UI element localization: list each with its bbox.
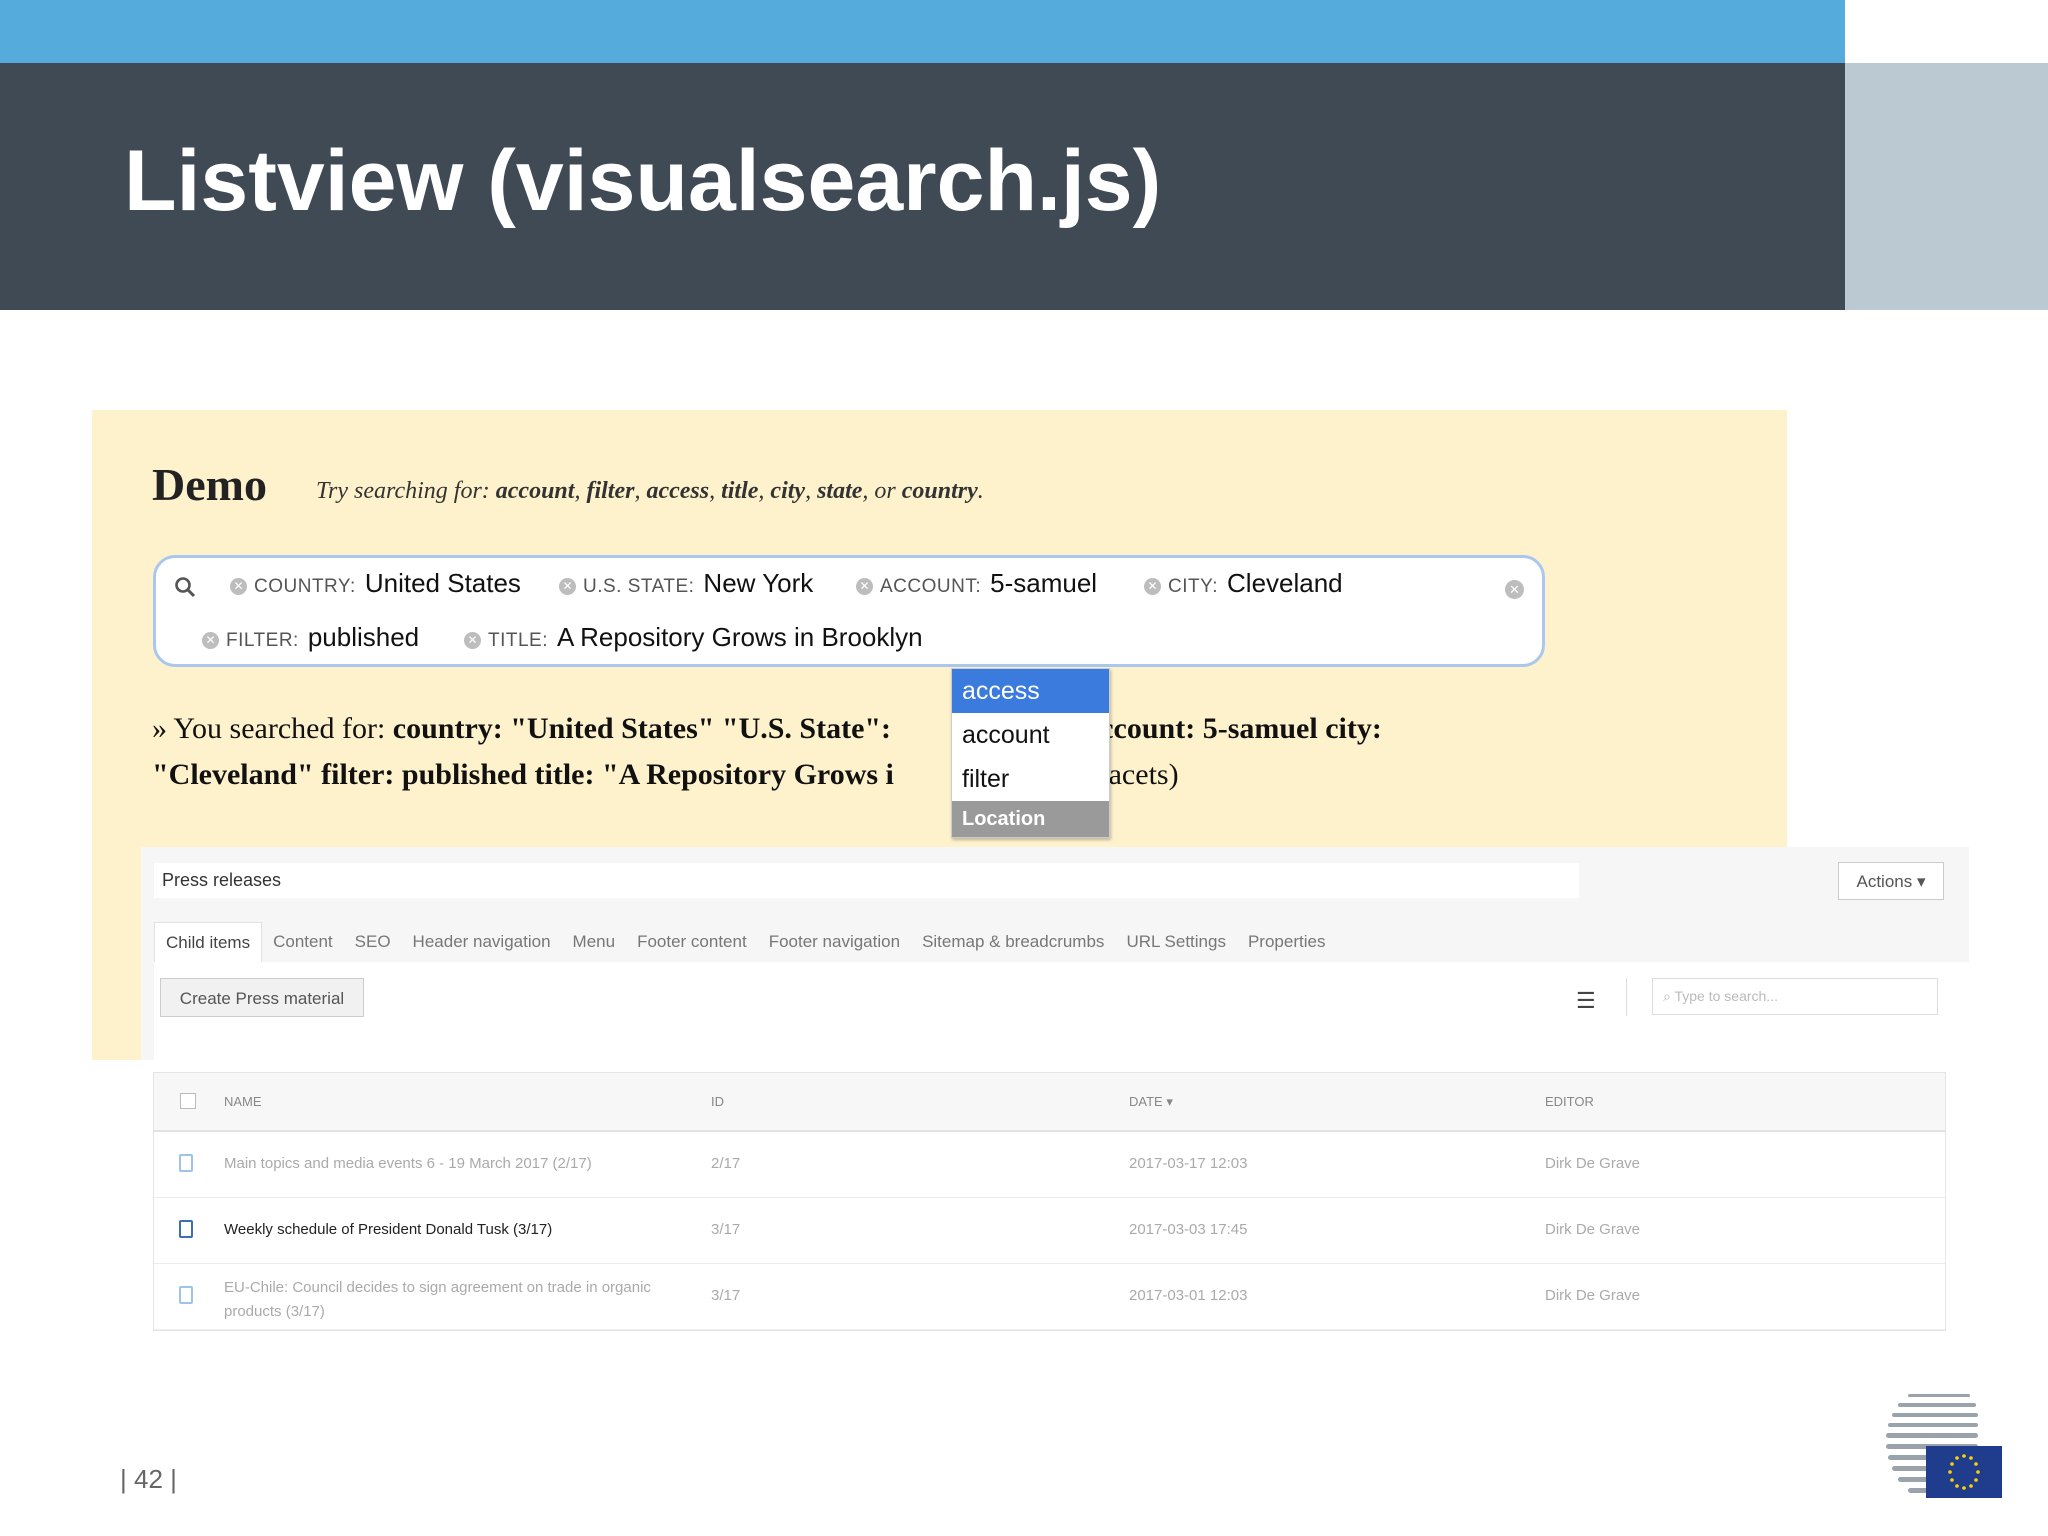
create-press-material-button[interactable]: Create Press material xyxy=(160,978,364,1017)
remove-facet-icon[interactable]: ✕ xyxy=(202,632,219,649)
table-row[interactable]: Main topics and media events 6 - 19 Marc… xyxy=(154,1132,1945,1198)
page-number: | 42 | xyxy=(120,1464,177,1494)
row-editor: Dirk De Grave xyxy=(1545,1287,1641,1304)
hint-keyword: access xyxy=(646,478,710,504)
tab-header-navigation[interactable]: Header navigation xyxy=(402,922,562,962)
tab-menu[interactable]: Menu xyxy=(562,922,627,962)
facet-value[interactable]: New York xyxy=(703,568,813,599)
row-date: 2017-03-01 12:03 xyxy=(1129,1287,1248,1304)
facet-filter[interactable]: ✕ FILTER: published xyxy=(202,622,419,653)
actions-button[interactable]: Actions ▾ xyxy=(1838,862,1944,900)
facet-value[interactable]: Cleveland xyxy=(1227,568,1343,599)
remove-facet-icon[interactable]: ✕ xyxy=(559,578,576,595)
hint-or: or xyxy=(874,478,896,504)
table-header: Name ID Date ▾ Editor xyxy=(154,1073,1945,1132)
remove-facet-icon[interactable]: ✕ xyxy=(230,578,247,595)
side-accent-block xyxy=(1845,63,2048,310)
summary-prefix: » You searched for: xyxy=(152,712,393,745)
row-date: 2017-03-03 17:45 xyxy=(1129,1221,1248,1238)
select-all-checkbox[interactable] xyxy=(180,1093,196,1109)
facet-category: COUNTRY: xyxy=(254,576,356,597)
search-placeholder: Type to search... xyxy=(1674,988,1778,1004)
tab-properties[interactable]: Properties xyxy=(1237,922,1336,962)
toolbar-divider xyxy=(1626,978,1627,1016)
row-name[interactable]: Main topics and media events 6 - 19 Marc… xyxy=(224,1155,592,1172)
eu-council-logo-icon xyxy=(1886,1394,2002,1498)
search-input[interactable]: ⌕ Type to search... xyxy=(1652,978,1938,1015)
visual-search-box[interactable]: ✕ COUNTRY: United States ✕ U.S. STATE: New Y… xyxy=(153,555,1545,667)
autocomplete-item[interactable]: filter xyxy=(952,757,1109,801)
list-view-icon[interactable]: ☰ xyxy=(1576,988,1596,1014)
remove-facet-icon[interactable]: ✕ xyxy=(856,578,873,595)
hint-keyword: account xyxy=(495,478,575,504)
cms-tabs: Child items Content SEO Header navigatio… xyxy=(154,922,1336,962)
tab-footer-navigation[interactable]: Footer navigation xyxy=(758,922,911,962)
table-row[interactable]: Weekly schedule of President Donald Tusk… xyxy=(154,1198,1945,1264)
press-releases-table: Name ID Date ▾ Editor Main topics and me… xyxy=(153,1072,1946,1331)
document-icon xyxy=(179,1286,193,1304)
hint-keyword: filter xyxy=(586,478,635,504)
search-icon xyxy=(175,577,196,598)
facet-value[interactable]: United States xyxy=(365,568,521,599)
row-name[interactable]: Weekly schedule of President Donald Tusk… xyxy=(224,1221,552,1238)
top-accent-strip xyxy=(0,0,1845,63)
column-date[interactable]: Date ▾ xyxy=(1129,1073,1173,1130)
tab-seo[interactable]: SEO xyxy=(344,922,402,962)
row-editor: Dirk De Grave xyxy=(1545,1155,1641,1172)
facet-category: CITY: xyxy=(1168,576,1219,597)
tab-footer-content[interactable]: Footer content xyxy=(626,922,758,962)
hint-keyword: country xyxy=(901,478,978,504)
autocomplete-item[interactable]: access xyxy=(952,669,1109,713)
remove-facet-icon[interactable]: ✕ xyxy=(1144,578,1161,595)
column-id[interactable]: ID xyxy=(711,1073,724,1130)
hint-prefix: Try searching for: xyxy=(316,478,496,504)
search-icon: ⌕ xyxy=(1663,988,1671,1004)
document-icon xyxy=(179,1220,193,1238)
facet-country[interactable]: ✕ COUNTRY: United States xyxy=(230,568,521,599)
facet-value[interactable]: A Repository Grows in Brooklyn xyxy=(557,622,923,653)
facet-value[interactable]: 5-samuel xyxy=(990,568,1097,599)
cms-page-title: Press releases xyxy=(162,870,282,890)
facet-category: TITLE: xyxy=(488,630,549,651)
document-icon xyxy=(179,1154,193,1172)
hint-keyword: title xyxy=(721,478,759,504)
autocomplete-menu[interactable]: access account filter Location xyxy=(951,668,1110,838)
facet-category: ACCOUNT: xyxy=(880,576,982,597)
demo-hint: Try searching for: account, filter, acce… xyxy=(316,478,984,504)
row-id: 3/17 xyxy=(711,1221,741,1238)
facet-category: FILTER: xyxy=(226,630,299,651)
row-id: 3/17 xyxy=(711,1287,741,1304)
slide-title: Listview (visualsearch.js) xyxy=(124,133,1162,229)
remove-facet-icon[interactable]: ✕ xyxy=(464,632,481,649)
facet-category: U.S. STATE: xyxy=(583,576,695,597)
autocomplete-item[interactable]: account xyxy=(952,713,1109,757)
row-id: 2/17 xyxy=(711,1155,741,1172)
tab-sitemap-breadcrumbs[interactable]: Sitemap & breadcrumbs xyxy=(911,922,1115,962)
facet-title[interactable]: ✕ TITLE: A Repository Grows in Brooklyn xyxy=(464,622,923,653)
tab-child-items[interactable]: Child items xyxy=(154,922,263,962)
hint-keyword: city xyxy=(770,478,806,504)
clear-search-icon[interactable]: ✕ xyxy=(1505,580,1524,599)
tab-url-settings[interactable]: URL Settings xyxy=(1115,922,1237,962)
column-name[interactable]: Name xyxy=(224,1073,262,1130)
demo-heading: Demo xyxy=(152,459,267,510)
column-editor[interactable]: Editor xyxy=(1545,1073,1594,1130)
search-summary-line-1: » You searched for: country: "United Sta… xyxy=(152,712,1382,746)
facet-value[interactable]: published xyxy=(308,622,419,653)
autocomplete-category: Location xyxy=(952,801,1109,837)
cms-title-bar xyxy=(154,863,1579,898)
table-row[interactable]: EU-Chile: Council decides to sign agreem… xyxy=(154,1264,1945,1330)
facet-account[interactable]: ✕ ACCOUNT: 5-samuel xyxy=(856,568,1097,599)
tab-content[interactable]: Content xyxy=(262,922,344,962)
hint-keyword: state xyxy=(817,478,863,504)
row-date: 2017-03-17 12:03 xyxy=(1129,1155,1248,1172)
row-editor: Dirk De Grave xyxy=(1545,1221,1641,1238)
row-name[interactable]: EU-Chile: Council decides to sign agreem… xyxy=(224,1276,664,1324)
summary-query: country: "United States" "U.S. State": xyxy=(392,712,892,745)
summary-query: "Cleveland" filter: published title: "A … xyxy=(152,758,894,791)
facet-state[interactable]: ✕ U.S. STATE: New York xyxy=(559,568,813,599)
facet-city[interactable]: ✕ CITY: Cleveland xyxy=(1144,568,1343,599)
